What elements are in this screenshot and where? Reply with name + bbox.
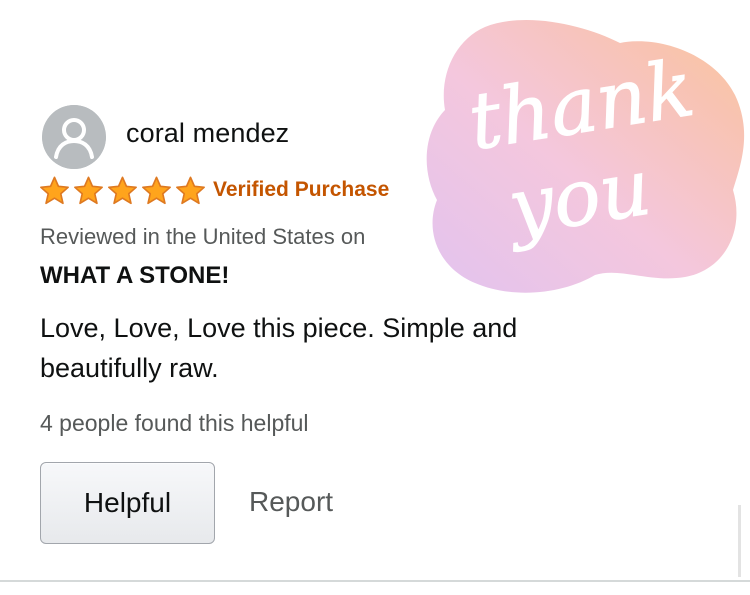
star-icon xyxy=(176,176,205,205)
star-rating[interactable] xyxy=(38,176,207,206)
review-title: WHAT A STONE! xyxy=(40,262,230,289)
review-divider xyxy=(0,580,750,582)
helpful-count: 4 people found this helpful xyxy=(40,410,309,436)
reviewer-avatar xyxy=(42,105,106,169)
report-link[interactable]: Report xyxy=(249,486,333,518)
review-date-location: Reviewed in the United States on xyxy=(40,224,366,249)
scrollbar[interactable] xyxy=(738,505,741,577)
helpful-button[interactable]: Helpful xyxy=(40,462,215,544)
star-icon xyxy=(108,176,137,205)
reviewer-name[interactable]: coral mendez xyxy=(126,118,289,149)
star-icon xyxy=(74,176,103,205)
thank-you-sticker: thank you xyxy=(415,15,750,305)
star-icon xyxy=(142,176,171,205)
verified-purchase-badge: Verified Purchase xyxy=(213,178,390,201)
review-body: Love, Love, Love this piece. Simple and … xyxy=(40,313,518,383)
user-avatar-icon xyxy=(42,105,106,169)
star-icon xyxy=(40,176,69,205)
sticker-background: thank you xyxy=(426,19,745,293)
